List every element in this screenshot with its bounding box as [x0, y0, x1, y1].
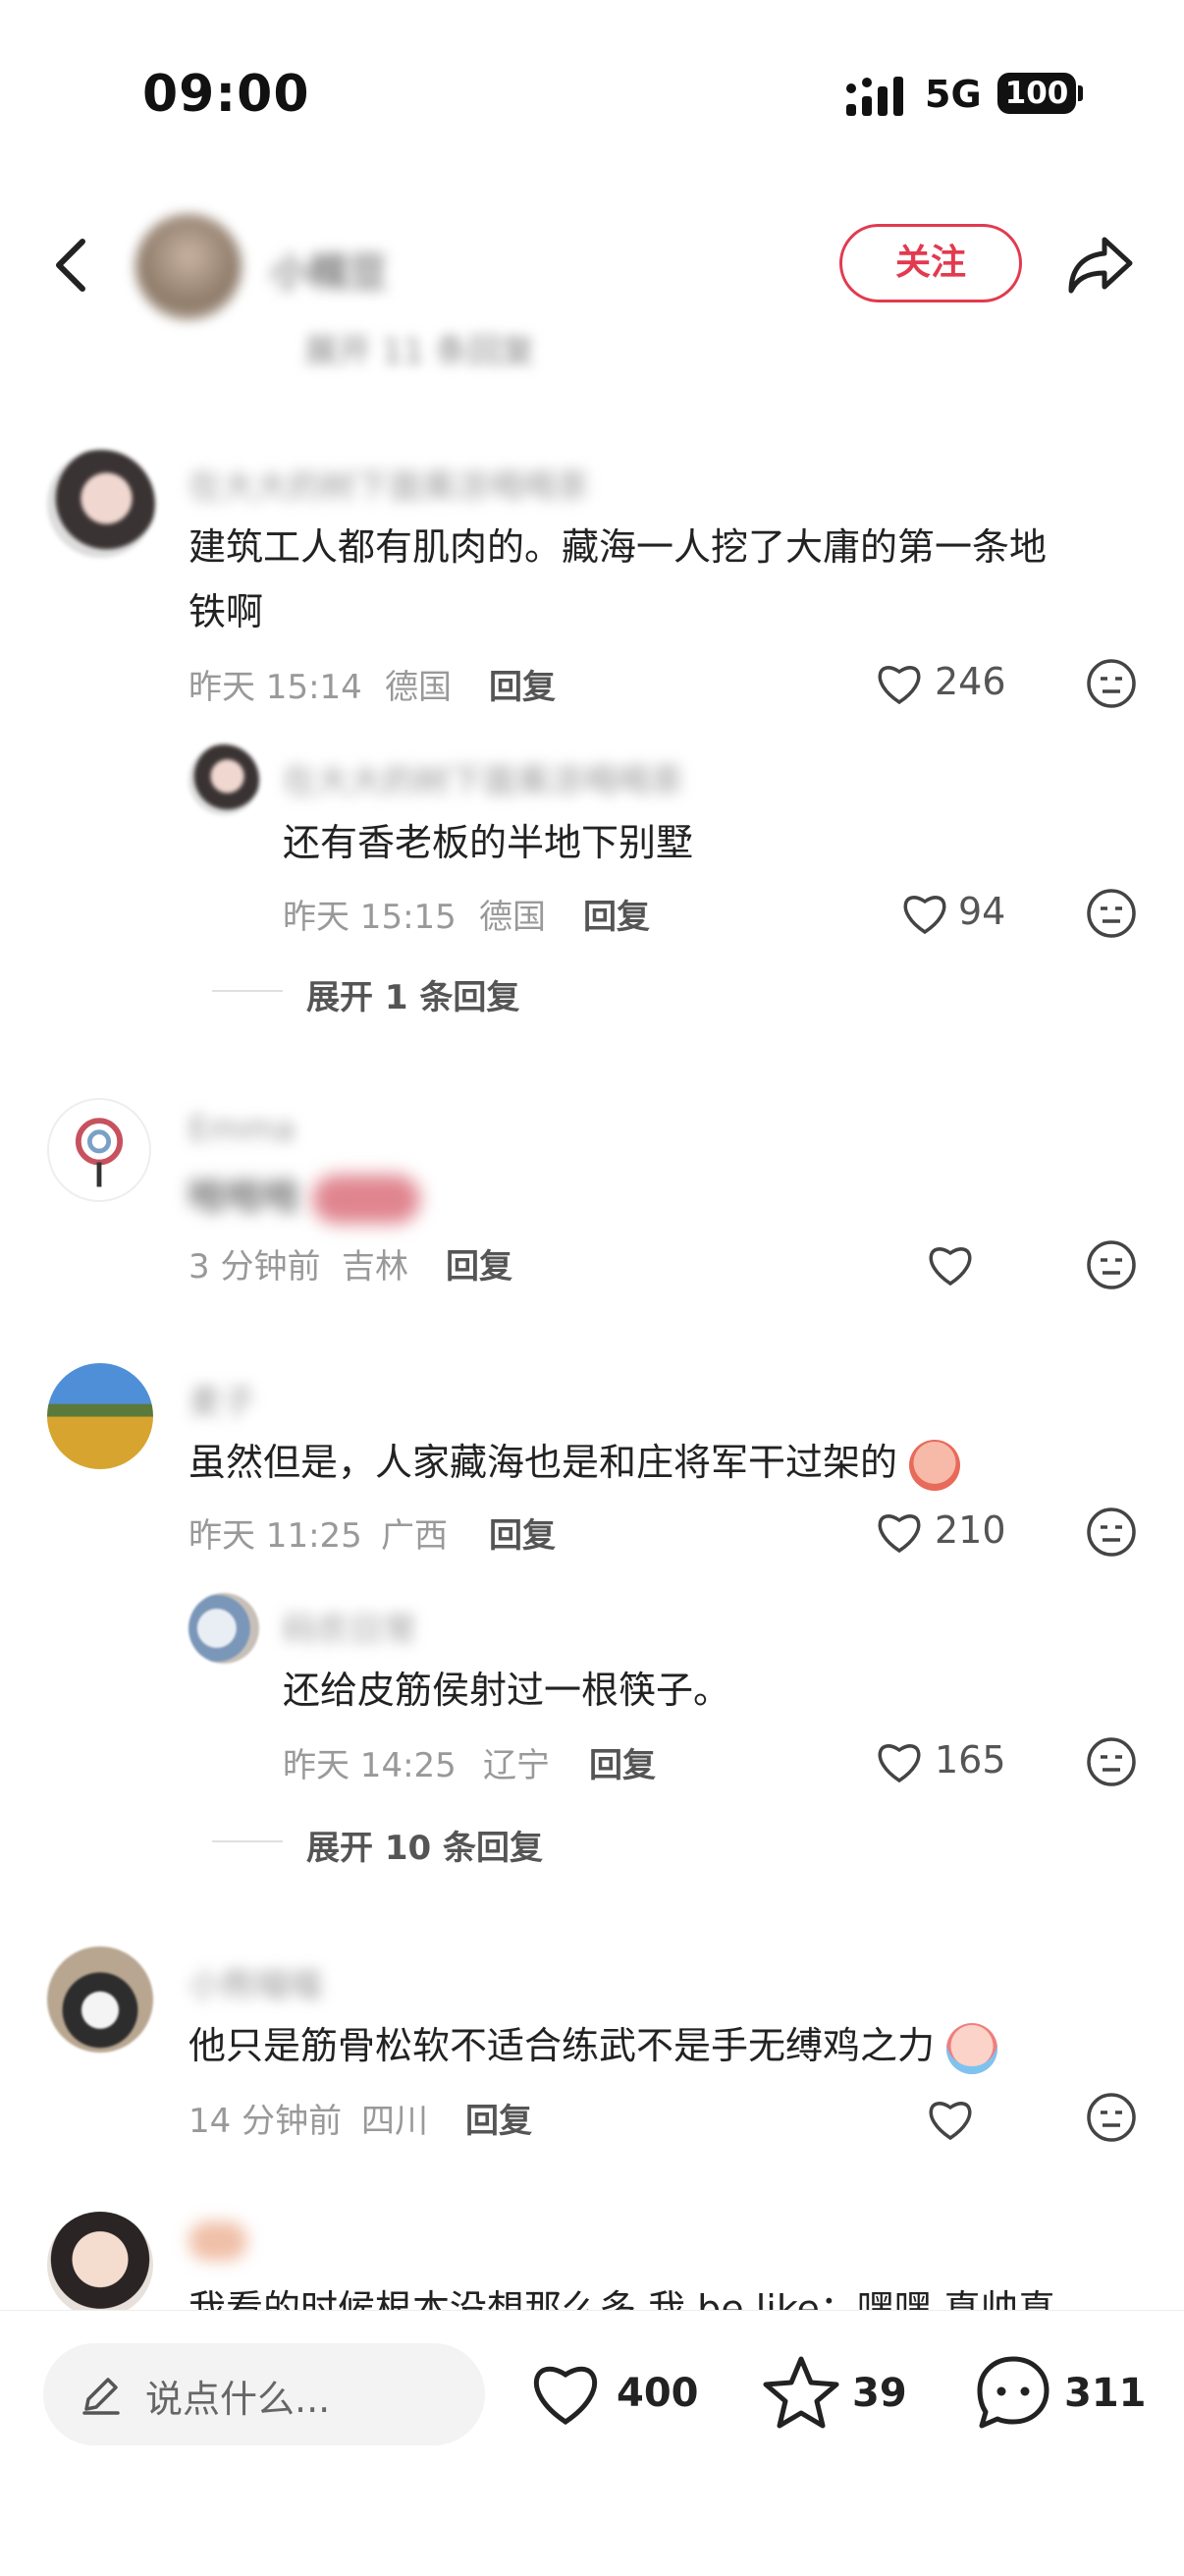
like-count: 94 [958, 890, 1006, 933]
reply-button[interactable]: 回复 [489, 1508, 556, 1557]
heart-icon[interactable] [925, 1241, 976, 1287]
comment-author[interactable]: Emma [188, 1110, 296, 1149]
dislike-icon[interactable] [1086, 658, 1137, 709]
comment-text: 建筑工人都有肌肉的。藏海一人挖了大庸的第一条地 [188, 525, 1048, 569]
reply-avatar[interactable] [188, 1593, 259, 1664]
comment-text: 铁啊 [188, 590, 264, 633]
comment-time: 昨天 11:25 [188, 1516, 362, 1556]
reply-text: 还给皮筋侯射过一根筷子。 [283, 1669, 731, 1712]
like-icon[interactable] [526, 2353, 605, 2432]
comment-time: 3 分钟前 [188, 1247, 321, 1287]
reply-time: 昨天 14:25 [283, 1746, 457, 1785]
comment-location: 德国 [385, 668, 452, 707]
heart-icon[interactable] [899, 890, 950, 935]
status-time: 09:00 [142, 65, 310, 124]
comment-total: 311 [1064, 2371, 1147, 2416]
crying-emoji-icon [946, 2022, 998, 2074]
comment-text: 哈哈哈 [188, 1175, 301, 1218]
follow-button[interactable]: 关注 [839, 224, 1022, 302]
network-label: 5G [925, 73, 982, 116]
comment-avatar[interactable] [47, 450, 155, 558]
comment-avatar[interactable] [47, 2212, 153, 2318]
expand-divider [212, 1840, 283, 1842]
expand-replies-button[interactable]: 展开 10 条回复 [306, 1821, 543, 1869]
star-total: 39 [852, 2371, 907, 2416]
dislike-icon[interactable] [1086, 1507, 1137, 1558]
dislike-icon[interactable] [1086, 1736, 1137, 1787]
comment-author[interactable]: 在大大的树下面乘凉喝喝茶 [188, 460, 589, 508]
like-count: 165 [935, 1738, 1006, 1781]
comment-avatar[interactable] [47, 1946, 153, 2053]
reply-button[interactable]: 回复 [465, 2094, 532, 2142]
reply-location: 德国 [479, 898, 546, 937]
comment-text: 虽然但是，人家藏海也是和庄将军干过架的 [188, 1430, 961, 1495]
reply-text: 还有香老板的半地下别墅 [283, 821, 694, 864]
reply-button[interactable]: 回复 [583, 890, 650, 938]
reply-button[interactable]: 回复 [589, 1738, 656, 1786]
like-count: 210 [935, 1508, 1006, 1552]
star-icon[interactable] [762, 2353, 840, 2432]
heart-icon[interactable] [874, 1738, 925, 1783]
author-name[interactable]: 小糯豆 [270, 241, 388, 298]
reply-author[interactable]: 在大大的树下面乘凉喝喝茶 [283, 754, 683, 802]
dislike-icon[interactable] [1086, 1239, 1137, 1290]
laughing-emoji-icon [909, 1439, 961, 1491]
reply-location: 辽宁 [483, 1746, 550, 1785]
reply-avatar[interactable] [188, 744, 259, 815]
signal-icon [846, 77, 903, 116]
reply-button[interactable]: 回复 [446, 1239, 512, 1288]
dislike-icon[interactable] [1086, 2092, 1137, 2143]
expand-replies-button[interactable]: 展开 1 条回复 [306, 970, 519, 1018]
comment-avatar[interactable] [47, 1363, 153, 1469]
comment-author[interactable]: 小熊喵喵 [188, 1958, 322, 2006]
reply-button[interactable]: 回复 [489, 660, 556, 708]
author-avatar[interactable] [135, 214, 242, 320]
comment-text: 他只是筋骨松软不适合练武不是手无缚鸡之力 [188, 2013, 998, 2078]
comment-location: 广西 [381, 1516, 448, 1556]
reply-author[interactable]: 码农日常 [283, 1603, 416, 1651]
collapsed-reply-text: 展开 11 条回复 [304, 332, 535, 371]
comment-location: 吉林 [342, 1247, 408, 1287]
share-icon[interactable] [1065, 234, 1136, 295]
pencil-icon [82, 2378, 120, 2415]
back-icon[interactable] [49, 236, 92, 295]
reply-time: 昨天 15:15 [283, 898, 457, 937]
comment-input-placeholder[interactable]: 说点什么... [145, 2369, 330, 2423]
heart-icon[interactable] [874, 660, 925, 705]
comment-text-content: 他只是筋骨松软不适合练武不是手无缚鸡之力 [188, 2024, 936, 2067]
blurred-emoji [312, 1175, 420, 1224]
comment-location: 四川 [361, 2102, 428, 2141]
comment-author[interactable]: 麦子 [188, 1375, 255, 1423]
comment-icon[interactable] [974, 2353, 1052, 2432]
comment-avatar[interactable] [47, 1098, 151, 1202]
like-count: 246 [935, 660, 1006, 703]
like-total: 400 [617, 2371, 699, 2416]
comment-author-blurred [188, 2221, 247, 2261]
battery-icon: 100 [997, 73, 1076, 114]
comment-time: 14 分钟前 [188, 2102, 343, 2141]
heart-icon[interactable] [925, 2096, 976, 2141]
lollipop-icon [75, 1118, 124, 1187]
expand-divider [212, 990, 283, 992]
battery-tip [1078, 85, 1083, 101]
comment-text-content: 虽然但是，人家藏海也是和庄将军干过架的 [188, 1441, 898, 1484]
heart-icon[interactable] [874, 1508, 925, 1554]
comment-time: 昨天 15:14 [188, 668, 362, 707]
dislike-icon[interactable] [1086, 888, 1137, 939]
